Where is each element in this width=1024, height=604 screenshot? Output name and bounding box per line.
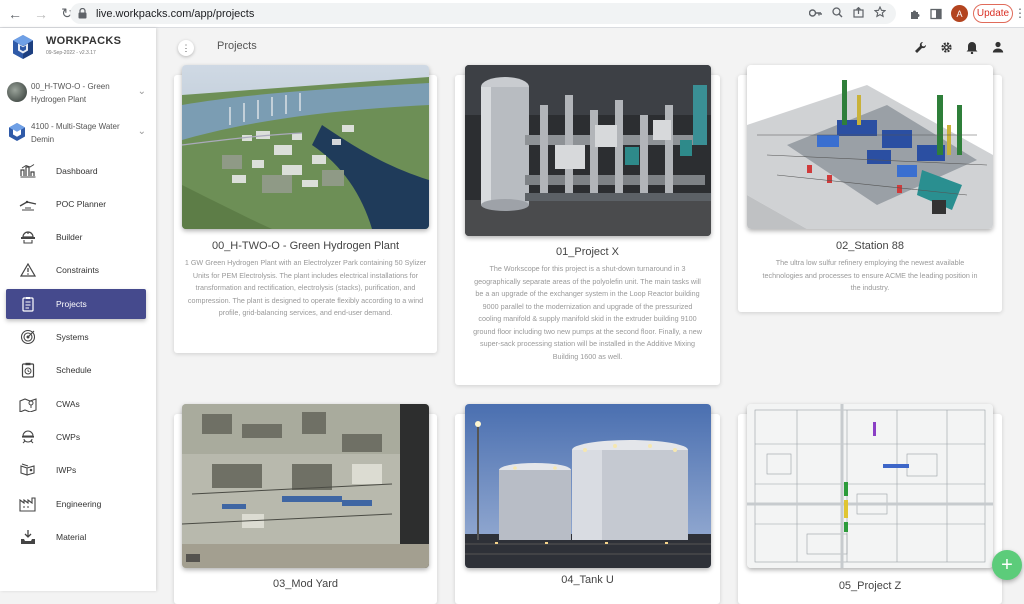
back-icon[interactable]: ←: [4, 3, 26, 25]
systems-icon: [6, 322, 50, 352]
project-selector-4100[interactable]: 4100 - Multi-Stage Water Demin ⌄: [0, 114, 156, 154]
sidebar-item-label: Schedule: [56, 365, 92, 375]
project-title[interactable]: 03_Mod Yard: [174, 578, 437, 590]
project-thumbnail: [9, 123, 25, 141]
sidebar-item-iwps[interactable]: IWPs: [6, 455, 146, 485]
project-image-mod-yard[interactable]: [182, 404, 429, 568]
extensions-icon[interactable]: [909, 4, 921, 24]
sidebar-item-dashboard[interactable]: Dashboard: [6, 156, 146, 186]
user-account-icon[interactable]: [991, 40, 1005, 54]
sidebar-item-label: Engineering: [56, 499, 102, 509]
sidebar-item-label: IWPs: [56, 465, 77, 475]
forward-icon[interactable]: →: [30, 3, 52, 25]
sidebar-item-engineering[interactable]: Engineering: [6, 489, 146, 519]
sidebar-item-schedule[interactable]: Schedule: [6, 355, 146, 385]
plus-icon: +: [1001, 553, 1013, 576]
material-icon: [6, 522, 50, 552]
bell-icon[interactable]: [965, 40, 979, 54]
sidebar-item-cwas[interactable]: CWAs: [6, 389, 146, 419]
brand: WORKPACKS 09-Sep-2022 - v2.3.17: [0, 28, 156, 68]
schedule-icon: [6, 355, 50, 385]
project-thumbnail: [7, 82, 27, 102]
sidebar-item-material[interactable]: Material: [6, 522, 146, 552]
project-card-h-two-o[interactable]: 00_H-TWO-O - Green Hydrogen Plant 1 GW G…: [174, 65, 437, 353]
workpacks-logo-icon: [13, 35, 33, 59]
project-selector-h-two-o[interactable]: 00_H-TWO-O - Green Hydrogen Plant ⌄: [0, 74, 156, 114]
project-image-h-two-o[interactable]: [182, 65, 429, 229]
lock-icon: [78, 8, 88, 20]
project-title[interactable]: 01_Project X: [455, 246, 720, 258]
engineering-icon: [6, 489, 50, 519]
project-image-station-88[interactable]: [747, 65, 993, 229]
project-title[interactable]: 04_Tank U: [455, 574, 720, 586]
app-version: 09-Sep-2022 - v2.3.17: [46, 50, 96, 56]
share-icon[interactable]: [853, 6, 864, 21]
sidebar-item-systems[interactable]: Systems: [6, 322, 146, 352]
key-icon[interactable]: [808, 8, 822, 20]
add-project-button[interactable]: +: [992, 550, 1022, 580]
project-description: 1 GW Green Hydrogen Plant with an Electr…: [184, 258, 427, 317]
page-title: Projects: [217, 40, 257, 52]
sidebar-item-label: Dashboard: [56, 166, 98, 176]
browser-profile-avatar[interactable]: A: [951, 5, 968, 22]
side-panel-icon[interactable]: [930, 4, 942, 24]
sidebar-item-label: Builder: [56, 232, 83, 242]
project-card-project-z[interactable]: 05_Project Z: [738, 404, 1002, 604]
project-title[interactable]: 00_H-TWO-O - Green Hydrogen Plant: [174, 240, 437, 252]
project-title[interactable]: 05_Project Z: [738, 580, 1002, 592]
chevron-down-icon[interactable]: ⌄: [138, 86, 146, 97]
sidebar-item-label: POC Planner: [56, 199, 107, 209]
sidebar-item-builder[interactable]: Builder: [6, 222, 146, 252]
project-title[interactable]: 02_Station 88: [738, 240, 1002, 252]
chevron-down-icon[interactable]: ⌄: [138, 126, 146, 137]
iwps-icon: [6, 455, 50, 485]
browser-menu-icon[interactable]: ⋮: [1014, 6, 1024, 20]
project-card-mod-yard[interactable]: 03_Mod Yard: [174, 404, 437, 604]
sidebar-item-label: Constraints: [56, 265, 99, 275]
project-selector-label: 00_H-TWO-O - Green Hydrogen Plant: [31, 82, 110, 104]
poc-planner-icon: [6, 189, 50, 219]
projects-icon: [6, 289, 50, 319]
zoom-icon[interactable]: [832, 6, 843, 21]
sidebar-item-poc-planner[interactable]: POC Planner: [6, 189, 146, 219]
constraints-icon: [6, 255, 50, 285]
project-description: The Workscope for this project is a shut…: [473, 264, 702, 361]
address-bar[interactable]: live.workpacks.com/app/projects: [70, 3, 896, 24]
dashboard-icon: [6, 156, 50, 186]
wrench-icon[interactable]: [913, 40, 927, 54]
project-image-project-x[interactable]: [465, 65, 711, 236]
sidebar-item-label: Material: [56, 532, 87, 542]
builder-icon: [6, 222, 50, 252]
gear-icon[interactable]: [939, 40, 953, 54]
sidebar-item-label: Projects: [56, 299, 87, 309]
sidebar-item-cwps[interactable]: CWPs: [6, 422, 146, 452]
sidebar-item-label: CWAs: [56, 399, 80, 409]
cwps-icon: [6, 422, 50, 452]
sidebar: WORKPACKS 09-Sep-2022 - v2.3.17 00_H-TWO…: [0, 28, 156, 591]
url-text: live.workpacks.com/app/projects: [96, 7, 255, 20]
bookmark-star-icon[interactable]: [873, 5, 887, 21]
sidebar-item-constraints[interactable]: Constraints: [6, 255, 146, 285]
project-selector-label: 4100 - Multi-Stage Water Demin: [31, 122, 120, 144]
project-card-tank-u[interactable]: 04_Tank U: [455, 404, 720, 604]
sidebar-item-label: CWPs: [56, 432, 81, 442]
project-card-project-x[interactable]: 01_Project X The Workscope for this proj…: [455, 65, 720, 385]
more-vert-icon[interactable]: ⋮: [178, 40, 194, 56]
project-image-project-z[interactable]: [747, 404, 993, 568]
page-header: ⋮ Projects: [156, 28, 1024, 66]
project-card-station-88[interactable]: 02_Station 88 The ultra low sulfur refin…: [738, 65, 1002, 312]
brand-name: WORKPACKS: [46, 35, 122, 47]
update-button[interactable]: Update: [973, 4, 1013, 23]
sidebar-item-label: Systems: [56, 332, 89, 342]
browser-toolbar: ← → ↻ live.workpacks.com/app/projects A …: [0, 0, 1024, 28]
sidebar-item-projects[interactable]: Projects: [6, 289, 146, 319]
cwas-icon: [6, 389, 50, 419]
project-description: The ultra low sulfur refinery employing …: [762, 258, 978, 292]
project-image-tank-u[interactable]: [465, 404, 711, 568]
